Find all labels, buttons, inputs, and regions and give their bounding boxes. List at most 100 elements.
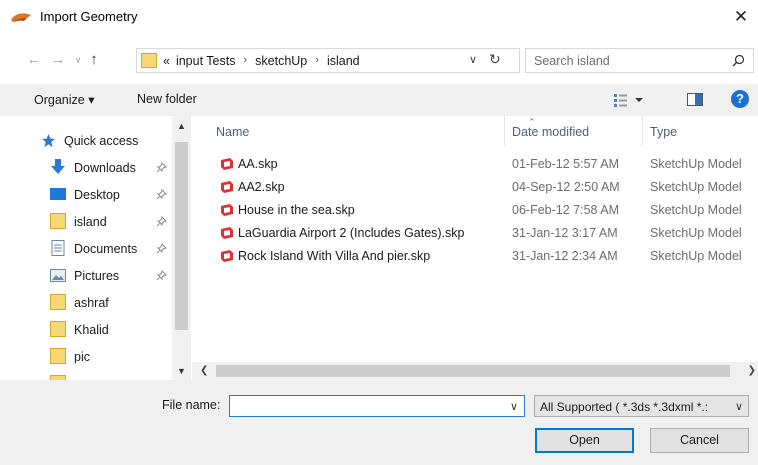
chevron-down-icon[interactable]: ∨ [510, 400, 518, 413]
desktop-icon [50, 188, 66, 200]
breadcrumb-item-island[interactable]: island [327, 54, 360, 68]
sidebar-item-label: Pictures [74, 268, 120, 283]
breadcrumb: « input Tests › sketchUp › island [163, 54, 360, 68]
close-button[interactable]: ✕ [728, 4, 754, 30]
command-toolbar: Organize ▾ New folder ? [0, 84, 758, 116]
scroll-right-icon[interactable]: ❯ [748, 365, 756, 376]
folder-icon [50, 213, 66, 229]
sidebar-item-downloads[interactable]: Downloads [0, 154, 172, 181]
preview-pane-icon[interactable] [687, 93, 703, 106]
sidebar-item-partial[interactable] [0, 370, 172, 380]
address-bar[interactable]: « input Tests › sketchUp › island ∨ ↻ [136, 48, 520, 73]
file-type: SketchUp Model [650, 226, 742, 240]
chevron-right-icon[interactable]: › [243, 54, 247, 68]
cancel-button[interactable]: Cancel [650, 428, 749, 453]
scroll-up-icon[interactable]: ▲ [177, 121, 186, 131]
file-row[interactable]: House in the sea.skp 06-Feb-12 7:58 AM S… [192, 200, 758, 222]
sidebar-item-documents[interactable]: Documents [0, 235, 172, 262]
file-row[interactable]: LaGuardia Airport 2 (Includes Gates).skp… [192, 223, 758, 245]
sidebar-item-quick-access[interactable]: Quick access [0, 127, 172, 154]
file-name: AA2.skp [238, 180, 285, 194]
file-row[interactable]: AA.skp 01-Feb-12 5:57 AM SketchUp Model [192, 154, 758, 176]
file-date: 04-Sep-12 2:50 AM [512, 180, 620, 194]
file-date: 06-Feb-12 7:58 AM [512, 203, 620, 217]
file-name-field[interactable] [232, 398, 502, 414]
file-row[interactable]: Rock Island With Villa And pier.skp 31-J… [192, 246, 758, 268]
file-date: 01-Feb-12 5:57 AM [512, 157, 620, 171]
folder-icon [50, 294, 66, 310]
help-icon[interactable]: ? [731, 90, 749, 108]
scroll-down-icon[interactable]: ▼ [177, 366, 186, 376]
forward-arrow-icon[interactable]: → [50, 52, 66, 68]
file-type: SketchUp Model [650, 249, 742, 263]
sidebar-item-island[interactable]: island [0, 208, 172, 235]
file-type: SketchUp Model [650, 180, 742, 194]
download-arrow-icon [51, 159, 65, 174]
file-name-combobox[interactable]: ∨ [229, 395, 525, 417]
chevron-right-icon[interactable]: › [315, 54, 319, 68]
file-date: 31-Jan-12 3:17 AM [512, 226, 618, 240]
navigation-pane: Quick access Downloads Desktop island Do… [0, 116, 192, 380]
file-type-filter-select[interactable]: All Supported ( *.3ds *.3dxml *.: ∨ [534, 395, 749, 417]
sidebar-item-ashraf[interactable]: ashraf [0, 289, 172, 316]
window-title: Import Geometry [40, 9, 138, 24]
sketchup-app-icon [11, 13, 31, 22]
breadcrumb-item-sketchup[interactable]: sketchUp [255, 54, 307, 68]
sidebar-item-pic[interactable]: pic [0, 343, 172, 370]
navigation-bar: ← → ∨ ↑ « input Tests › sketchUp › islan… [0, 34, 758, 84]
recent-locations-chevron-icon[interactable]: ∨ [70, 52, 86, 68]
sketchup-file-icon [221, 181, 233, 193]
scroll-left-icon[interactable]: ❮ [200, 365, 208, 376]
dialog-footer: File name: ∨ All Supported ( *.3ds *.3dx… [0, 380, 758, 465]
file-row[interactable]: AA2.skp 04-Sep-12 2:50 AM SketchUp Model [192, 177, 758, 199]
file-name: LaGuardia Airport 2 (Includes Gates).skp [238, 226, 465, 240]
chevron-down-icon[interactable]: ∨ [735, 400, 743, 413]
column-header-name[interactable]: Name [216, 116, 249, 146]
organize-button[interactable]: Organize ▾ [34, 92, 94, 107]
file-name: Rock Island With Villa And pier.skp [238, 249, 431, 263]
refresh-icon[interactable]: ↻ [489, 51, 501, 68]
sidebar-item-label: pic [74, 349, 90, 364]
change-view-icon[interactable] [614, 93, 644, 107]
search-input[interactable] [534, 52, 714, 69]
scrollbar-thumb[interactable] [175, 142, 188, 330]
column-divider[interactable] [642, 116, 643, 146]
pin-icon[interactable] [156, 243, 167, 254]
star-icon [41, 133, 56, 148]
pin-icon[interactable] [156, 270, 167, 281]
new-folder-button[interactable]: New folder [137, 92, 197, 106]
document-icon [51, 240, 65, 256]
sidebar-vertical-scrollbar[interactable]: ▲ ▼ [172, 116, 191, 380]
pin-icon[interactable] [156, 189, 167, 200]
file-list-horizontal-scrollbar[interactable]: ❮ ❯ [192, 362, 758, 380]
sidebar-item-pictures[interactable]: Pictures [0, 262, 172, 289]
sidebar-item-desktop[interactable]: Desktop [0, 181, 172, 208]
breadcrumb-item-input-tests[interactable]: input Tests [176, 54, 236, 68]
chevron-down-icon[interactable]: ∨ [469, 53, 477, 66]
sidebar-item-label: island [74, 214, 107, 229]
sketchup-file-icon [221, 204, 233, 216]
column-divider[interactable] [504, 116, 505, 146]
search-box[interactable] [525, 48, 754, 73]
sketchup-file-icon [221, 158, 233, 170]
breadcrumb-overflow[interactable]: « [163, 54, 170, 68]
file-name: AA.skp [238, 157, 278, 171]
column-header-date[interactable]: Date modified [512, 116, 589, 146]
pin-icon[interactable] [156, 216, 167, 227]
back-arrow-icon[interactable]: ← [26, 52, 42, 68]
file-name-label: File name: [162, 398, 221, 412]
pin-icon[interactable] [156, 162, 167, 173]
file-list: ⌃ Name Date modified Type AA.skp 01-Feb-… [192, 116, 758, 380]
up-arrow-icon[interactable]: ↑ [86, 52, 102, 68]
sidebar-item-label: Quick access [64, 133, 139, 148]
scrollbar-thumb[interactable] [216, 365, 730, 377]
sidebar-item-khalid[interactable]: Khalid [0, 316, 172, 343]
folder-icon [50, 348, 66, 364]
close-icon: ✕ [733, 7, 749, 26]
sidebar-item-label: Desktop [74, 187, 120, 202]
column-header-type[interactable]: Type [650, 116, 677, 146]
sketchup-file-icon [221, 250, 233, 262]
search-icon[interactable] [732, 54, 745, 67]
open-button[interactable]: Open [535, 428, 634, 453]
file-type: SketchUp Model [650, 203, 742, 217]
